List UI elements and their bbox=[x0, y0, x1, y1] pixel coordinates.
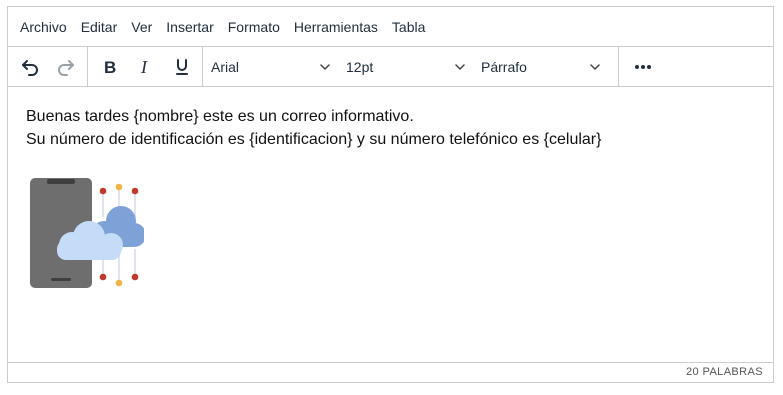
menu-formato[interactable]: Formato bbox=[222, 7, 288, 47]
svg-text:B: B bbox=[104, 58, 116, 77]
italic-icon: I bbox=[140, 57, 148, 77]
cloud-phone-illustration[interactable] bbox=[29, 177, 144, 289]
underline-icon bbox=[176, 58, 188, 75]
content-line-1: Buenas tardes {nombre} este es un correo… bbox=[26, 108, 414, 125]
more-icon bbox=[635, 64, 651, 69]
font-family-value: Arial bbox=[211, 58, 240, 75]
content-line-2: Su número de identificación es {identifi… bbox=[26, 131, 602, 148]
statusbar: 20 PALABRAS bbox=[8, 362, 773, 382]
chevron-down-icon bbox=[455, 63, 465, 70]
menubar: Archivo Editar Ver Insertar Formato Herr… bbox=[8, 7, 773, 47]
rich-text-editor: Archivo Editar Ver Insertar Formato Herr… bbox=[7, 6, 774, 383]
bold-icon: B bbox=[104, 58, 116, 77]
italic-button[interactable]: I bbox=[129, 50, 163, 84]
format-group: B I bbox=[88, 47, 203, 86]
menu-editar[interactable]: Editar bbox=[75, 7, 126, 47]
word-count[interactable]: 20 PALABRAS bbox=[686, 366, 763, 378]
font-family-select[interactable]: Arial bbox=[203, 50, 338, 84]
undo-button[interactable] bbox=[13, 50, 47, 84]
editor-content[interactable]: Buenas tardes {nombre} este es un correo… bbox=[8, 87, 773, 362]
history-group bbox=[8, 47, 88, 86]
font-size-select[interactable]: 12pt bbox=[338, 50, 473, 84]
redo-button[interactable] bbox=[49, 50, 83, 84]
undo-icon bbox=[22, 59, 38, 76]
svg-text:I: I bbox=[140, 57, 148, 77]
menu-ver[interactable]: Ver bbox=[125, 7, 160, 47]
font-group: Arial 12pt Párrafo bbox=[203, 47, 619, 86]
menu-archivo[interactable]: Archivo bbox=[14, 7, 75, 47]
more-button[interactable] bbox=[626, 50, 660, 84]
menu-herramientas[interactable]: Herramientas bbox=[288, 7, 386, 47]
chevron-down-icon bbox=[320, 63, 330, 70]
toolbar: B I Arial 12pt Párrafo bbox=[8, 47, 773, 87]
chevron-down-icon bbox=[590, 63, 600, 70]
menu-tabla[interactable]: Tabla bbox=[386, 7, 433, 47]
bold-button[interactable]: B bbox=[93, 50, 127, 84]
block-format-value: Párrafo bbox=[481, 58, 527, 75]
block-format-select[interactable]: Párrafo bbox=[473, 50, 608, 84]
more-group bbox=[619, 47, 661, 86]
menu-insertar[interactable]: Insertar bbox=[160, 7, 221, 47]
underline-button[interactable] bbox=[165, 50, 199, 84]
redo-icon bbox=[58, 59, 74, 76]
font-size-value: 12pt bbox=[346, 58, 374, 75]
